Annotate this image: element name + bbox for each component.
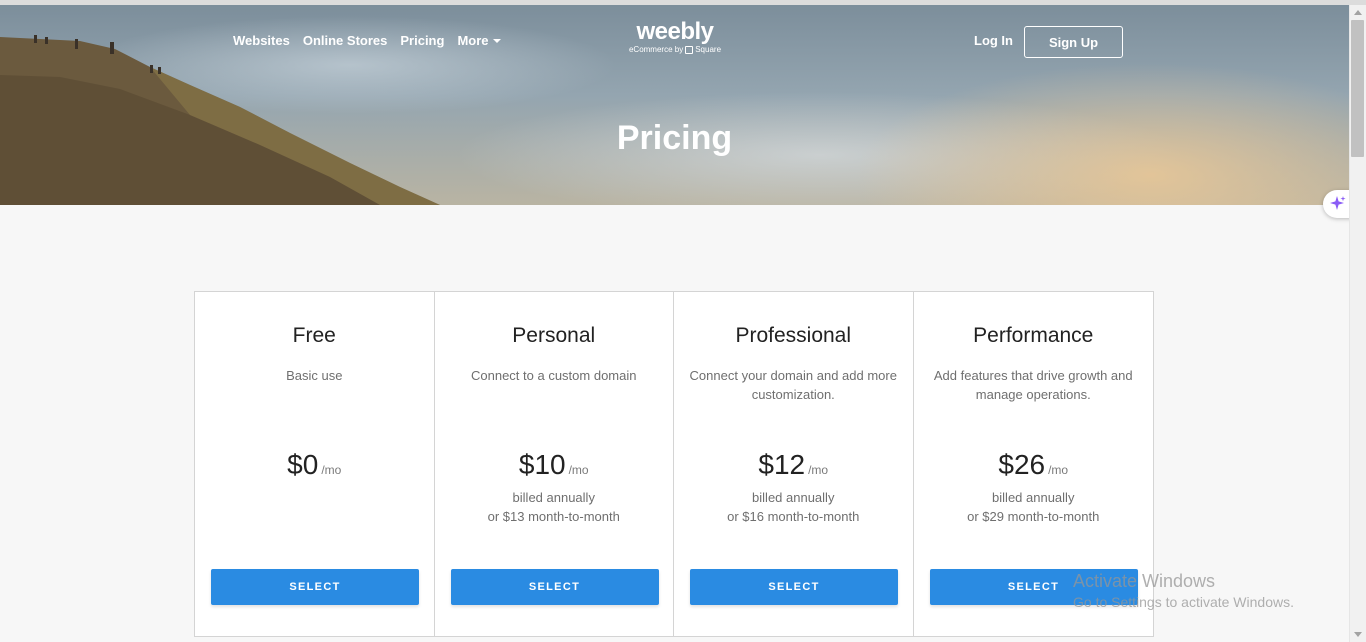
select-professional-button[interactable]: SELECT bbox=[690, 569, 898, 605]
price-amount: $10 bbox=[518, 449, 566, 480]
nav-pricing[interactable]: Pricing bbox=[400, 33, 444, 48]
weebly-logo[interactable]: weebly eCommerce by Square bbox=[620, 19, 730, 55]
nav-websites[interactable]: Websites bbox=[233, 33, 290, 48]
scroll-down-arrow-icon[interactable] bbox=[1354, 632, 1362, 637]
sparkle-icon bbox=[1330, 196, 1346, 210]
page-title: Pricing bbox=[616, 119, 733, 157]
nav-online-stores[interactable]: Online Stores bbox=[303, 33, 388, 48]
price-period: /mo bbox=[321, 463, 342, 477]
plan-price: $0/mo bbox=[195, 449, 434, 486]
price-amount: $0 bbox=[287, 449, 319, 480]
billing-info: billed annually or $29 month-to-month bbox=[914, 488, 1154, 526]
pricing-plans: Free Basic use $0/mo SELECT Personal Con… bbox=[194, 291, 1154, 637]
plan-description: Basic use bbox=[286, 368, 343, 383]
billing-annual: billed annually bbox=[752, 490, 835, 505]
scrollbar-thumb[interactable] bbox=[1351, 20, 1364, 157]
plan-price: $10/mo bbox=[435, 449, 674, 486]
plan-card-free: Free Basic use $0/mo SELECT bbox=[195, 292, 435, 636]
plan-price: $26/mo bbox=[914, 449, 1154, 486]
tagline-prefix: eCommerce by bbox=[628, 45, 684, 54]
billing-annual: billed annually bbox=[992, 490, 1075, 505]
scroll-up-arrow-icon[interactable] bbox=[1354, 10, 1362, 15]
plan-description: Connect your domain and add more customi… bbox=[689, 368, 897, 402]
signup-button[interactable]: Sign Up bbox=[1024, 26, 1123, 58]
select-free-button[interactable]: SELECT bbox=[211, 569, 419, 605]
price-period: /mo bbox=[808, 463, 829, 477]
hero-header: Websites Online Stores Pricing More weeb… bbox=[0, 5, 1349, 205]
price-amount: $12 bbox=[758, 449, 806, 480]
plan-description: Connect to a custom domain bbox=[471, 368, 637, 383]
price-period: /mo bbox=[1048, 463, 1069, 477]
plan-name: Free bbox=[292, 324, 336, 347]
tagline-brand: Square bbox=[695, 45, 722, 54]
price-amount: $26 bbox=[998, 449, 1046, 480]
main-nav: Websites Online Stores Pricing More bbox=[233, 33, 514, 48]
plan-name: Performance bbox=[973, 324, 1094, 347]
nav-more-label: More bbox=[457, 33, 489, 48]
billing-info: billed annually or $13 month-to-month bbox=[435, 488, 674, 526]
plan-price: $12/mo bbox=[674, 449, 913, 486]
logo-tagline: eCommerce by Square bbox=[620, 45, 730, 55]
chevron-down-icon bbox=[492, 38, 501, 43]
select-personal-button[interactable]: SELECT bbox=[450, 569, 659, 605]
price-period: /mo bbox=[568, 463, 589, 477]
plan-name: Personal bbox=[512, 324, 596, 347]
billing-info: billed annually or $16 month-to-month bbox=[674, 488, 913, 526]
plan-card-performance: Performance Add features that drive grow… bbox=[914, 292, 1154, 636]
nav-more[interactable]: More bbox=[457, 33, 501, 48]
select-performance-button[interactable]: SELECT bbox=[929, 569, 1138, 605]
billing-monthly: or $16 month-to-month bbox=[727, 509, 860, 524]
billing-annual: billed annually bbox=[512, 490, 595, 505]
plan-card-professional: Professional Connect your domain and add… bbox=[674, 292, 914, 636]
square-icon bbox=[685, 46, 694, 54]
login-link[interactable]: Log In bbox=[974, 33, 1013, 48]
billing-monthly: or $13 month-to-month bbox=[487, 509, 620, 524]
logo-wordmark: weebly bbox=[636, 18, 714, 45]
plan-description: Add features that drive growth and manag… bbox=[933, 368, 1133, 402]
plan-card-personal: Personal Connect to a custom domain $10/… bbox=[435, 292, 674, 636]
plan-name: Professional bbox=[735, 324, 852, 347]
billing-monthly: or $29 month-to-month bbox=[967, 509, 1100, 524]
